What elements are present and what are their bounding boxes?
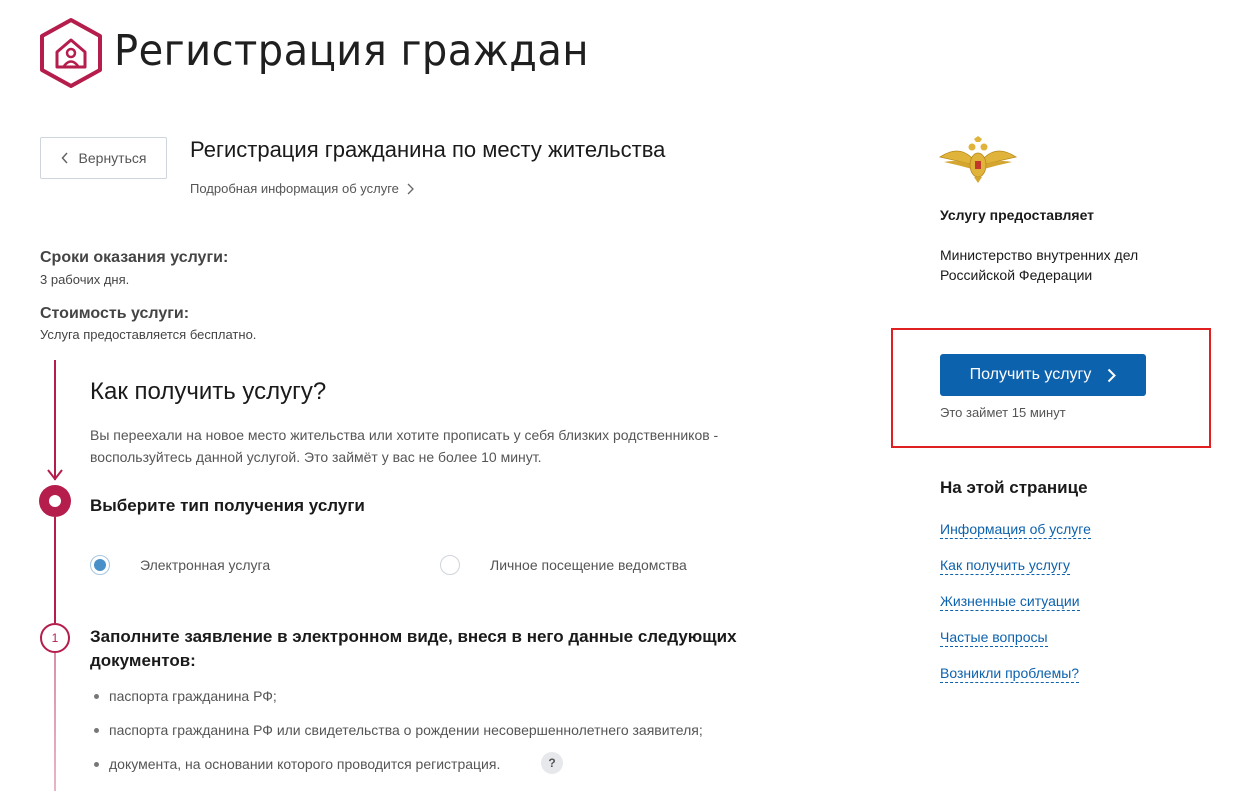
service-info-link-label: Подробная информация об услуге [190,181,399,196]
get-service-button-label: Получить услугу [969,366,1092,383]
term-label: Сроки оказания услуги: [40,249,229,266]
list-item: документа, на основании которого проводи… [94,756,500,772]
chevron-right-icon [1108,368,1117,382]
step-current-marker [39,485,71,517]
on-page-link-how[interactable]: Как получить услугу [940,556,1071,575]
step-number-badge: 1 [40,623,70,653]
back-button[interactable]: Вернуться [40,137,167,179]
house-person-hexagon-icon[interactable] [38,17,104,89]
service-title: Регистрация гражданина по месту жительст… [190,137,666,162]
double-headed-eagle-emblem-icon [938,135,1018,185]
how-title: Как получить услугу? [90,378,327,405]
provider-name: Министерство внутренних дел Российской Ф… [940,247,1139,283]
site-title: Регистрация граждан [114,26,589,76]
help-question-icon[interactable]: ? [541,752,563,774]
list-item: паспорта гражданина РФ или свидетельства… [94,722,703,738]
fill-application-title: Заполните заявление в электронном виде, … [90,627,737,670]
timeline-line [54,653,56,791]
arrow-down-icon [47,469,63,481]
chevron-left-icon [61,152,68,164]
radio-personal-visit[interactable] [440,555,460,575]
radio-electronic-service[interactable] [90,555,110,575]
get-service-button[interactable]: Получить услугу [940,354,1146,396]
timeline-line [54,517,56,623]
on-page-link-situations[interactable]: Жизненные ситуации [940,592,1080,611]
timeline-line [54,360,56,480]
on-page-title: На этой странице [940,478,1088,497]
list-item: паспорта гражданина РФ; [94,688,277,704]
back-button-label: Вернуться [78,150,147,166]
on-page-link-faq[interactable]: Частые вопросы [940,628,1048,647]
choose-type-title: Выберите тип получения услуги [90,496,365,515]
time-note: Это займет 15 минут [940,405,1066,420]
term-value: 3 рабочих дня. [40,272,130,287]
how-description: Вы переехали на новое место жительства и… [90,427,719,465]
on-page-link-problems[interactable]: Возникли проблемы? [940,664,1080,683]
cost-label: Стоимость услуги: [40,305,190,322]
on-page-link-info[interactable]: Информация об услуге [940,520,1091,539]
chevron-right-icon [407,183,414,194]
provider-label: Услугу предоставляет [940,207,1095,223]
radio-personal-visit-label[interactable]: Личное посещение ведомства [490,557,687,573]
radio-electronic-label[interactable]: Электронная услуга [140,557,270,573]
service-info-link[interactable]: Подробная информация об услуге [190,181,414,196]
cost-value: Услуга предоставляется бесплатно. [40,327,257,342]
